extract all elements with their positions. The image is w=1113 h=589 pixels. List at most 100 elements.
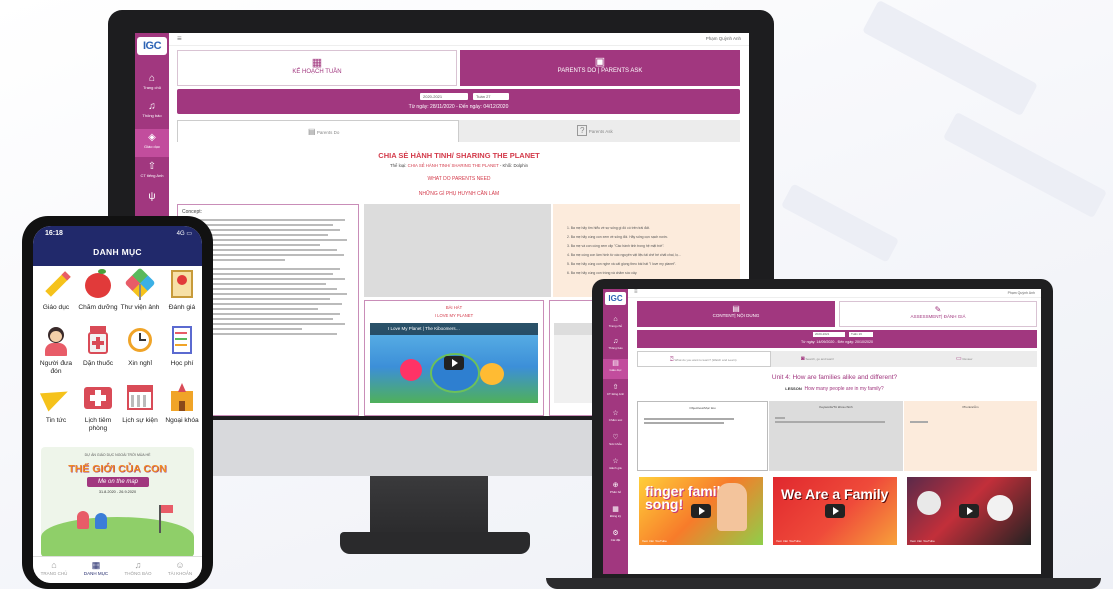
- user-name[interactable]: Phạm Quỳnh Anh: [706, 36, 741, 41]
- promo-banner[interactable]: DỰ ÁN GIÁO DỤC NGOÀI TRỜI MÙA HÈ THẾ GIỚ…: [41, 447, 194, 557]
- sidebar-item-notifications[interactable]: ♫ Thông báo: [603, 337, 628, 350]
- menu-label: Học phí: [170, 360, 194, 367]
- play-button[interactable]: [959, 504, 979, 518]
- sidebar-item-english[interactable]: ⇧ CT tiếng Anh: [135, 161, 169, 185]
- sidebar-label: Chăm sóc: [608, 418, 623, 422]
- song-label: BÀI HÁT: [445, 305, 463, 310]
- menu-item-pickup-person[interactable]: Người đưa đón: [35, 324, 77, 380]
- banner-subtitle: Me on the map: [87, 477, 149, 487]
- nav-notifications[interactable]: ♫ THÔNG BÁO: [117, 560, 159, 576]
- sidebar-item-care[interactable]: ☆ Chăm sóc: [603, 409, 628, 422]
- menu-item-vaccination[interactable]: Lịch tiêm phòng: [77, 381, 119, 437]
- sidebar-label: Cài đặt: [610, 538, 621, 542]
- menu-item-assessment[interactable]: Đánh giá: [161, 268, 202, 324]
- menu-item-tuition[interactable]: Học phí: [161, 324, 202, 380]
- video-finger-family[interactable]: finger family song! Xem trên YouTube: [639, 477, 763, 545]
- utensils-icon: ψ: [148, 191, 156, 202]
- checklist-item: 6. Ba mẹ hãy cùng con trồng và chăm sóc …: [567, 271, 638, 275]
- tab-search-learn[interactable]: ◙ Search, go and learn!: [771, 351, 904, 367]
- menu-item-event-calendar[interactable]: Lịch sự kiện: [119, 381, 161, 437]
- unit-title: Unit 4: How are families alike and diffe…: [771, 374, 898, 381]
- sidebar-label: Giáo dục: [143, 144, 160, 149]
- igc-logo[interactable]: IGC: [605, 292, 626, 305]
- menu-item-leave-request[interactable]: Xin nghỉ: [119, 324, 161, 380]
- keywords-column: Keywords/Từ khóa chính: [769, 401, 903, 471]
- menu-label: Thư viện ảnh: [120, 304, 160, 311]
- nav-catalog[interactable]: ▦ DANH MỤC: [75, 560, 117, 576]
- song-video-player[interactable]: I Love My Planet | The Kiboomers…: [370, 323, 538, 403]
- week-select[interactable]: Tuần 16: [849, 332, 873, 337]
- tab-review[interactable]: ▭ Review: [904, 351, 1037, 367]
- week-select[interactable]: Tuần 27: [473, 93, 509, 100]
- parents-need-heading-vi: NHỮNG GÌ PHỤ HUYNH CẦN LÀM: [418, 191, 500, 197]
- menu-label: Chăm dưỡng: [78, 304, 118, 311]
- play-button[interactable]: [444, 356, 464, 370]
- hamburger-menu-icon[interactable]: ≡: [634, 289, 638, 295]
- user-icon: ☺: [175, 560, 185, 570]
- sidebar-item-home[interactable]: ⌂ Trang chủ: [135, 73, 169, 97]
- tab-parents-ask[interactable]: ? Parents Ask: [459, 120, 740, 142]
- graduation-cap-icon: ◈: [148, 132, 156, 143]
- tile-label: CONTENT| NỘI DUNG: [712, 313, 760, 318]
- menu-item-education[interactable]: Giáo dục: [35, 268, 77, 324]
- tile-label: PARENTS DO | PARENTS ASK: [557, 68, 643, 74]
- tile-label: ASSESSMENT| ĐÁNH GIÁ: [910, 314, 966, 319]
- castle-icon: [166, 381, 198, 413]
- play-button[interactable]: [691, 504, 711, 518]
- tab-label: Parents Do: [316, 130, 340, 135]
- column-header: Objectives/Mục tiêu: [689, 406, 716, 410]
- school-year-select[interactable]: 2020-2021: [420, 93, 468, 100]
- watch-on-youtube[interactable]: Xem trên YouTube: [910, 539, 935, 543]
- nav-label: DANH MỤC: [83, 571, 109, 576]
- sidebar-item-home[interactable]: ⌂ Trang chủ: [603, 315, 628, 328]
- tab-label: What do you want to learn? (Watch and Le…: [674, 358, 737, 362]
- sidebar-label: Phân bổ: [609, 490, 622, 494]
- sidebar-label: Thông báo: [142, 113, 162, 118]
- lesson-label: LESSON: [785, 386, 802, 391]
- chart-icon: ⊕: [612, 482, 619, 489]
- hamburger-menu-icon[interactable]: ≡: [177, 34, 182, 43]
- song-card: BÀI HÁT I LOVE MY PLANET I Love My Plane…: [364, 300, 544, 416]
- nav-label: TÀI KHOẢN: [167, 571, 193, 576]
- watch-on-youtube[interactable]: Xem trên YouTube: [642, 539, 667, 543]
- menu-item-nutrition[interactable]: Chăm dưỡng: [77, 268, 119, 324]
- video-we-are-a-family[interactable]: We Are a Family Xem trên YouTube: [773, 477, 897, 545]
- sidebar-item-notifications[interactable]: ♫ Thông báo: [135, 101, 169, 125]
- sidebar-item-education[interactable]: ◈ Giáo dục: [135, 129, 169, 157]
- sidebar-item-settings[interactable]: ⚙ Cài đặt: [603, 529, 628, 542]
- play-button[interactable]: [825, 504, 845, 518]
- sidebar-item-meals[interactable]: ψ: [135, 191, 169, 209]
- menu-item-medicine[interactable]: Dặn thuốc: [77, 324, 119, 380]
- school-year-select[interactable]: 2020-2021: [813, 332, 845, 337]
- user-name[interactable]: Phạm Quỳnh Anh: [1008, 291, 1035, 295]
- sidebar-item-register[interactable]: ▦ Đăng ký: [603, 505, 628, 518]
- sidebar-item-english[interactable]: ⇧ CT tiếng Anh: [603, 383, 628, 396]
- sidebar-item-education[interactable]: ▤ Giáo dục: [603, 359, 628, 379]
- monitor-topbar: ≡ Phạm Quỳnh Anh: [169, 33, 749, 46]
- igc-logo[interactable]: IGC: [137, 37, 167, 55]
- assessment-tile[interactable]: ✎ ASSESSMENT| ĐÁNH GIÁ: [839, 301, 1037, 327]
- tab-parents-do[interactable]: ▤ Parents Do: [177, 120, 459, 142]
- tab-label: Search, go and learn!: [805, 357, 835, 361]
- menu-item-extracurricular[interactable]: Ngoại khóa: [161, 381, 202, 437]
- parents-do-tile[interactable]: ▣ PARENTS DO | PARENTS ASK: [460, 50, 740, 86]
- sidebar-item-health[interactable]: ♡ Sức khỏe: [603, 433, 628, 446]
- menu-item-news[interactable]: Tin tức: [35, 381, 77, 437]
- network-label: 4G: [176, 231, 185, 237]
- content-tile[interactable]: ▤ CONTENT| NỘI DUNG: [637, 301, 835, 327]
- book-icon: ▤: [732, 304, 740, 313]
- upload-icon: ⇧: [147, 161, 157, 172]
- subheading-topic: CHIA SẺ HÀNH TINH/ SHARING THE PLANET: [407, 163, 499, 168]
- weekly-plan-tile[interactable]: ▦ KẾ HOẠCH TUẦN: [177, 50, 457, 86]
- menu-item-photo-library[interactable]: Thư viện ảnh: [119, 268, 161, 324]
- nav-account[interactable]: ☺ TÀI KHOẢN: [159, 560, 201, 576]
- menu-label: Xin nghỉ: [128, 360, 152, 367]
- video-family-song[interactable]: Xem trên YouTube: [907, 477, 1031, 545]
- watch-on-youtube[interactable]: Xem trên YouTube: [776, 539, 801, 543]
- sidebar-item-assessment[interactable]: ☆ Đánh giá: [603, 457, 628, 470]
- nav-home[interactable]: ⌂ TRANG CHỦ: [33, 560, 75, 576]
- person-icon: [40, 324, 72, 356]
- sidebar-item-allocation[interactable]: ⊕ Phân bổ: [603, 481, 628, 494]
- subheading-prefix: Thể loại:: [389, 163, 407, 168]
- tab-watch-learn[interactable]: ⍰ What do you want to learn? (Watch and …: [637, 351, 771, 367]
